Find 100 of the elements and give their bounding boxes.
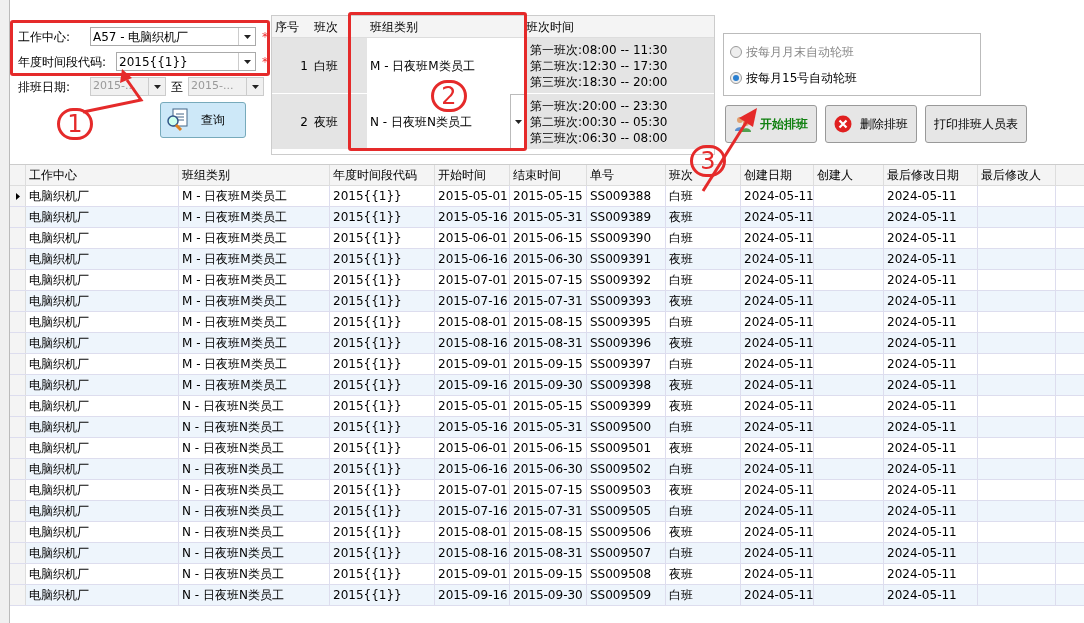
table-cell: 夜班 [666, 438, 741, 458]
table-cell: 2015-05-15 [510, 396, 587, 416]
table-cell: 电脑织机厂 [26, 438, 179, 458]
table-cell: 2015-06-15 [510, 228, 587, 248]
table-cell: 2015{{1}} [330, 585, 435, 605]
table-cell: 2024-05-11 [884, 186, 978, 206]
table-cell-text: 2 [299, 113, 309, 131]
table-cell: SS009507 [587, 543, 666, 563]
caret-icon [243, 59, 251, 64]
table-cell: 2024-05-11 [884, 480, 978, 500]
table-cell: 2024-05-11 [741, 249, 814, 269]
table-cell: 2015-07-15 [510, 480, 587, 500]
table-cell: 电脑织机厂 [26, 417, 179, 437]
table-cell: 2015-09-01 [435, 564, 510, 584]
table-cell: 电脑织机厂 [26, 564, 179, 584]
table-cell: SS009502 [587, 459, 666, 479]
table-cell: 电脑织机厂 [26, 396, 179, 416]
table-cell: 2024-05-11 [884, 585, 978, 605]
table-cell: 电脑织机厂 [26, 333, 179, 353]
table-cell: 电脑织机厂 [26, 186, 179, 206]
table-cell: M - 日夜班M类员工 [179, 312, 330, 332]
action-button[interactable]: 开始排班 [725, 105, 817, 143]
table-cell: 夜班 [666, 207, 741, 227]
action-button[interactable]: 删除排班 [825, 105, 917, 143]
table-cell: 2015-08-01 [435, 522, 510, 542]
table-cell: 电脑织机厂 [26, 501, 179, 521]
table-cell: 2015-09-15 [510, 564, 587, 584]
table-cell: 2024-05-11 [884, 291, 978, 311]
radio-button[interactable] [730, 71, 742, 84]
table-cell: 2024-05-11 [741, 480, 814, 500]
table-cell: 2024-05-11 [884, 459, 978, 479]
table-cell: SS009391 [587, 249, 666, 269]
table-cell: N - 日夜班N类员工 [179, 543, 330, 563]
table-cell: N - 日夜班N类员工 [179, 501, 330, 521]
table-cell: 2015-08-31 [510, 543, 587, 563]
column-header: 结束时间 [510, 165, 587, 185]
query-button[interactable]: 查询 [160, 102, 246, 138]
column-header: 序号 [274, 19, 300, 36]
table-cell: 2015-08-01 [435, 312, 510, 332]
table-cell: 电脑织机厂 [26, 522, 179, 542]
table-cell: 2015{{1}} [330, 564, 435, 584]
table-cell: 2015-05-16 [435, 417, 510, 437]
table-cell: 2024-05-11 [741, 291, 814, 311]
table-cell: 电脑织机厂 [26, 207, 179, 227]
table-cell: 2015-09-30 [510, 375, 587, 395]
table-cell: M - 日夜班M类员工 [179, 207, 330, 227]
column-header: 单号 [587, 165, 666, 185]
table-cell: 2015{{1}} [330, 312, 435, 332]
table-cell: 2024-05-11 [884, 270, 978, 290]
table-cell: 2024-05-11 [741, 354, 814, 374]
table-cell: M - 日夜班M类员工 [179, 333, 330, 353]
table-cell: 2015{{1}} [330, 333, 435, 353]
table-cell: 2015-05-01 [435, 186, 510, 206]
table-cell: 夜班 [666, 333, 741, 353]
table-cell: 2024-05-11 [741, 228, 814, 248]
step-marker: 1 [57, 108, 93, 140]
table-cell: 2015{{1}} [330, 270, 435, 290]
search-icon [165, 108, 189, 132]
required-mark: * [262, 28, 268, 46]
table-cell: 2015-09-16 [435, 375, 510, 395]
table-cell: SS009389 [587, 207, 666, 227]
dropdown-field[interactable]: 2015{{1}} [116, 52, 256, 71]
table-cell: SS009388 [587, 186, 666, 206]
table-cell: SS009508 [587, 564, 666, 584]
table-cell: 2015-06-30 [510, 459, 587, 479]
table-cell: N - 日夜班N类员工 [179, 459, 330, 479]
table-cell: SS009398 [587, 375, 666, 395]
table-cell: 夜班 [666, 480, 741, 500]
table-cell: 2015{{1}} [330, 396, 435, 416]
table-cell: N - 日夜班N类员工 [179, 480, 330, 500]
table-cell: 2024-05-11 [884, 228, 978, 248]
table-cell: SS009501 [587, 438, 666, 458]
caret-icon [243, 34, 251, 39]
table-cell: SS009390 [587, 228, 666, 248]
table-cell: 2024-05-11 [884, 438, 978, 458]
table-cell: 电脑织机厂 [26, 585, 179, 605]
table-cell: 夜班 [666, 291, 741, 311]
table-cell: 2015{{1}} [330, 501, 435, 521]
table-cell: N - 日夜班N类员工 [179, 585, 330, 605]
shift-times: 第一班次:08:00 -- 11:30 第二班次:12:30 -- 17:30 第三班次:18:30 -- 20:00 [529, 41, 669, 91]
table-cell: SS009506 [587, 522, 666, 542]
action-button[interactable]: 打印排班人员表 [925, 105, 1027, 143]
table-cell: SS009392 [587, 270, 666, 290]
table-cell: M - 日夜班M类员工 [179, 270, 330, 290]
row-header[interactable] [10, 186, 26, 206]
table-cell: SS009393 [587, 291, 666, 311]
table-cell: 2015-07-01 [435, 480, 510, 500]
table-cell: 2024-05-11 [884, 312, 978, 332]
table-cell: 2015{{1}} [330, 249, 435, 269]
table-cell: 2015-09-16 [435, 585, 510, 605]
table-cell: 2024-05-11 [741, 501, 814, 521]
table-cell: 2015-06-16 [435, 249, 510, 269]
table-cell: 夜班 [666, 249, 741, 269]
table-cell: 2024-05-11 [741, 375, 814, 395]
radio-option[interactable]: 按每月15号自动轮班 [730, 68, 980, 87]
table-cell: 白班 [666, 585, 741, 605]
table-cell: 2015{{1}} [330, 228, 435, 248]
column-header: 工作中心 [26, 165, 179, 185]
dropdown-field[interactable]: A57 - 电脑织机厂 [90, 27, 256, 46]
table-cell: 白班 [666, 459, 741, 479]
